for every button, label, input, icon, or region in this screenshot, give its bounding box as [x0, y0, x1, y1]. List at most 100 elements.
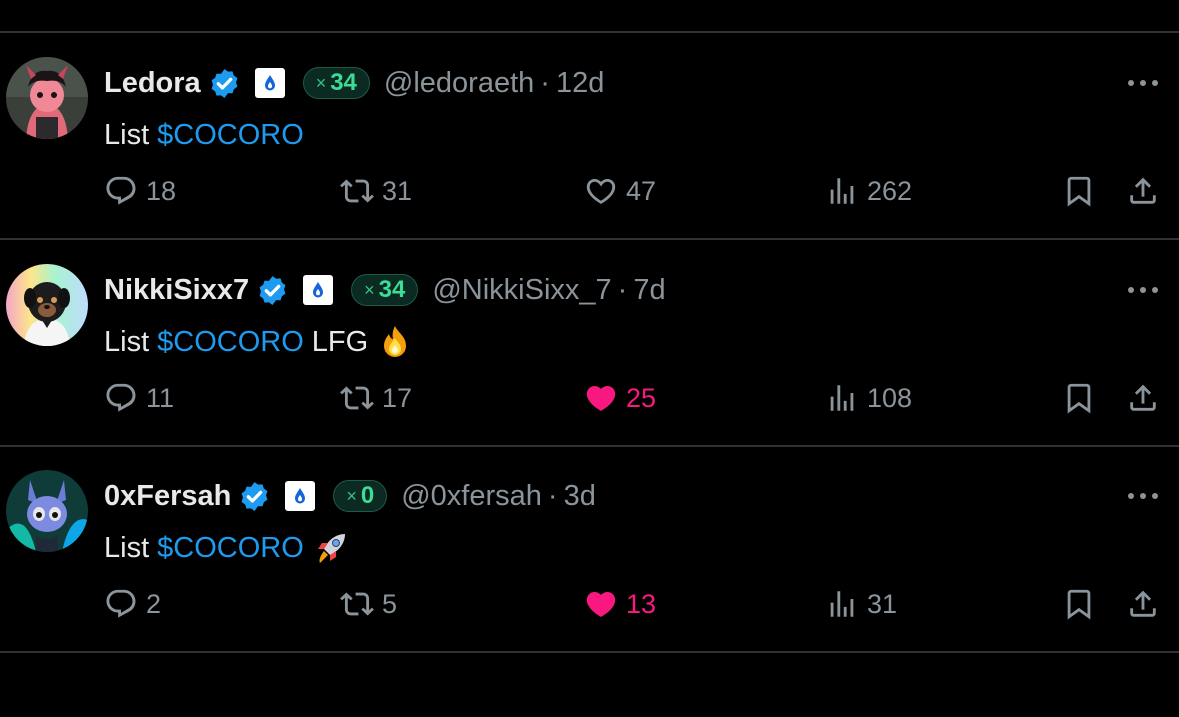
retweet-button[interactable]: 5	[340, 582, 397, 626]
xp-pill: × 34	[302, 67, 370, 99]
retweet-button[interactable]: 31	[340, 169, 412, 213]
bookmark-icon	[1067, 589, 1091, 620]
verified-badge-icon[interactable]	[256, 274, 289, 307]
retweet-button[interactable]: 17	[340, 376, 412, 420]
tweet-text: List $COCORO	[104, 113, 304, 157]
timestamp[interactable]: 7d	[633, 274, 665, 307]
reply-count: 18	[146, 175, 177, 206]
xp-prefix: ×	[315, 72, 327, 93]
tweet-text-plain: List	[104, 531, 150, 564]
retweet-count: 5	[382, 588, 398, 619]
verified-badge-icon[interactable]	[208, 67, 241, 100]
share-button[interactable]	[1126, 376, 1160, 420]
tweet[interactable]: 0xFersah × 0 @0xfersah · 3d List $COCORO…	[0, 446, 1179, 650]
reply-count: 2	[146, 588, 162, 619]
handle[interactable]: @0xfersah	[401, 480, 542, 513]
separator: ·	[540, 66, 550, 99]
flame-drop-icon	[313, 282, 324, 298]
more-options-icon[interactable]	[1125, 486, 1161, 506]
more-options-icon[interactable]	[1125, 73, 1161, 93]
xp-prefix: ×	[364, 279, 375, 300]
reply-button[interactable]: 18	[104, 169, 176, 213]
verified-badge-icon[interactable]	[238, 480, 271, 513]
tweet-text-plain: List	[104, 118, 150, 151]
retweet-icon	[340, 179, 374, 203]
cashtag-link[interactable]: $COCORO	[157, 532, 304, 565]
tweet-text-plain: List	[104, 325, 150, 358]
affiliate-badge[interactable]	[303, 275, 334, 305]
like-button[interactable]: 25	[584, 376, 656, 420]
heart-outline-icon	[586, 178, 616, 204]
tweet-feed: Ledora × 34 @ledoraeth · 12d List $COCOR…	[0, 0, 1179, 717]
views-chart-icon	[830, 591, 854, 617]
tweet[interactable]: Ledora × 34 @ledoraeth · 12d List $COCOR…	[0, 33, 1179, 237]
share-icon	[1130, 590, 1156, 617]
timestamp[interactable]: 12d	[556, 67, 604, 100]
retweet-icon	[340, 386, 374, 410]
views-count: 31	[867, 588, 898, 619]
views-count: 108	[867, 382, 913, 413]
share-button[interactable]	[1126, 582, 1160, 626]
like-count: 47	[626, 175, 657, 206]
bookmark-button[interactable]	[1062, 169, 1096, 213]
tweet-text: List $COCORO	[104, 526, 350, 570]
action-bar: 18 31 47 262	[0, 169, 1179, 213]
display-name[interactable]: 0xFersah	[104, 480, 231, 513]
tweet-text-extra: LFG	[311, 325, 369, 358]
tweet-header: 0xFersah × 0 @0xfersah · 3d	[104, 474, 596, 518]
affiliate-badge[interactable]	[254, 68, 285, 98]
share-icon	[1130, 384, 1156, 411]
retweet-icon	[340, 592, 374, 616]
fire-emoji-icon	[384, 326, 407, 357]
reply-button[interactable]: 11	[104, 376, 174, 420]
action-bar: 11 17 25 108	[0, 376, 1179, 420]
reply-icon	[106, 383, 136, 412]
share-button[interactable]	[1126, 169, 1160, 213]
xp-count: 0	[360, 482, 375, 509]
rocket-emoji-icon	[317, 534, 345, 563]
tweet-header: NikkiSixx7 × 34 @NikkiSixx_7 · 7d	[104, 268, 666, 312]
timestamp[interactable]: 3d	[564, 480, 596, 513]
affiliate-badge[interactable]	[285, 481, 316, 511]
more-options-icon[interactable]	[1125, 280, 1161, 300]
bookmark-button[interactable]	[1062, 376, 1096, 420]
tweet[interactable]: NikkiSixx7 × 34 @NikkiSixx_7 · 7d List $…	[0, 240, 1179, 444]
avatar[interactable]	[6, 264, 88, 346]
reply-count: 11	[146, 382, 175, 413]
bookmark-button[interactable]	[1062, 582, 1096, 626]
display-name[interactable]: NikkiSixx7	[104, 274, 249, 307]
heart-filled-icon	[586, 591, 616, 617]
separator: ·	[617, 273, 628, 306]
heart-filled-icon	[586, 385, 616, 411]
views-button[interactable]: 262	[825, 169, 912, 213]
xp-prefix: ×	[346, 485, 357, 506]
tweet-text: List $COCORO LFG	[104, 320, 414, 364]
bookmark-icon	[1067, 176, 1091, 207]
display-name[interactable]: Ledora	[104, 67, 201, 100]
flame-drop-icon	[264, 75, 275, 91]
tweet-header: Ledora × 34 @ledoraeth · 12d	[104, 61, 604, 105]
views-chart-icon	[830, 178, 854, 204]
views-button[interactable]: 31	[825, 582, 897, 626]
handle[interactable]: @NikkiSixx_7	[432, 274, 611, 307]
xp-count: 34	[330, 69, 357, 96]
like-count: 25	[626, 382, 657, 413]
reply-icon	[106, 589, 136, 618]
cashtag-link[interactable]: $COCORO	[157, 119, 304, 152]
divider	[0, 651, 1179, 653]
handle[interactable]: @ledoraeth	[384, 67, 534, 100]
xp-count: 34	[378, 276, 406, 303]
cashtag-link[interactable]: $COCORO	[157, 326, 304, 359]
xp-pill: × 0	[333, 480, 388, 512]
like-count: 13	[626, 588, 657, 619]
avatar[interactable]	[6, 57, 88, 139]
action-bar: 2 5 13 31	[0, 582, 1179, 626]
retweet-count: 17	[382, 382, 413, 413]
avatar[interactable]	[6, 470, 88, 552]
views-button[interactable]: 108	[825, 376, 912, 420]
like-button[interactable]: 47	[584, 169, 656, 213]
reply-button[interactable]: 2	[104, 582, 161, 626]
like-button[interactable]: 13	[584, 582, 656, 626]
bookmark-icon	[1067, 383, 1091, 414]
reply-icon	[106, 176, 136, 205]
